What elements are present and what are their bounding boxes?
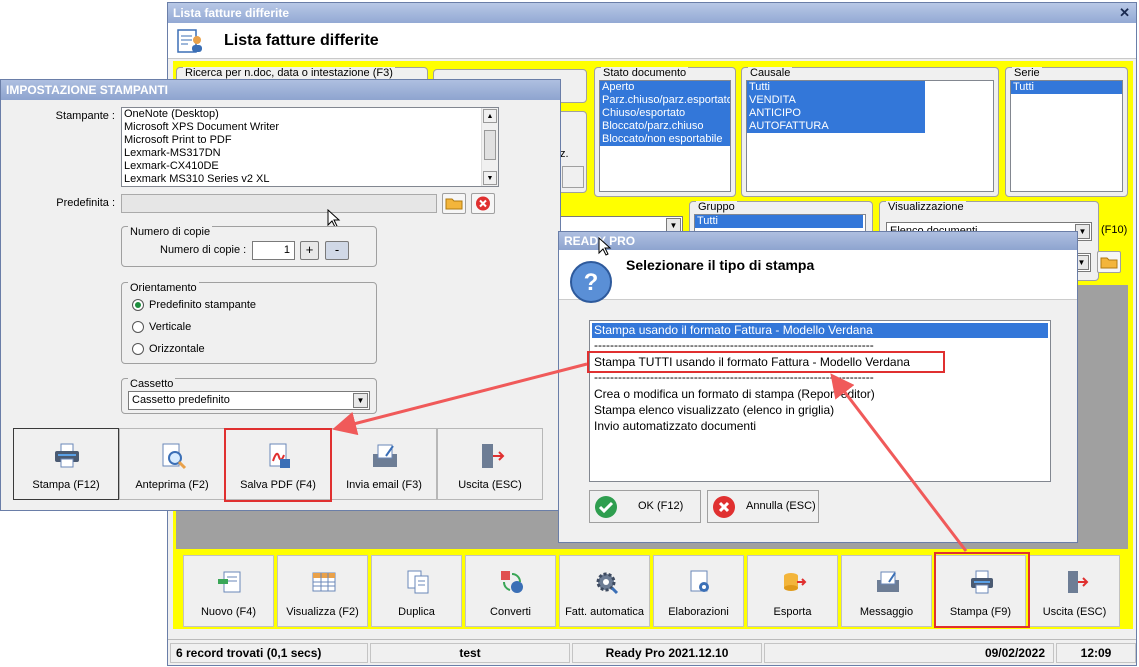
arrow-to-salva-pdf: [332, 362, 588, 436]
annotation-arrows: [332, 362, 968, 552]
arrow-to-stampa-tutti: [830, 373, 968, 552]
